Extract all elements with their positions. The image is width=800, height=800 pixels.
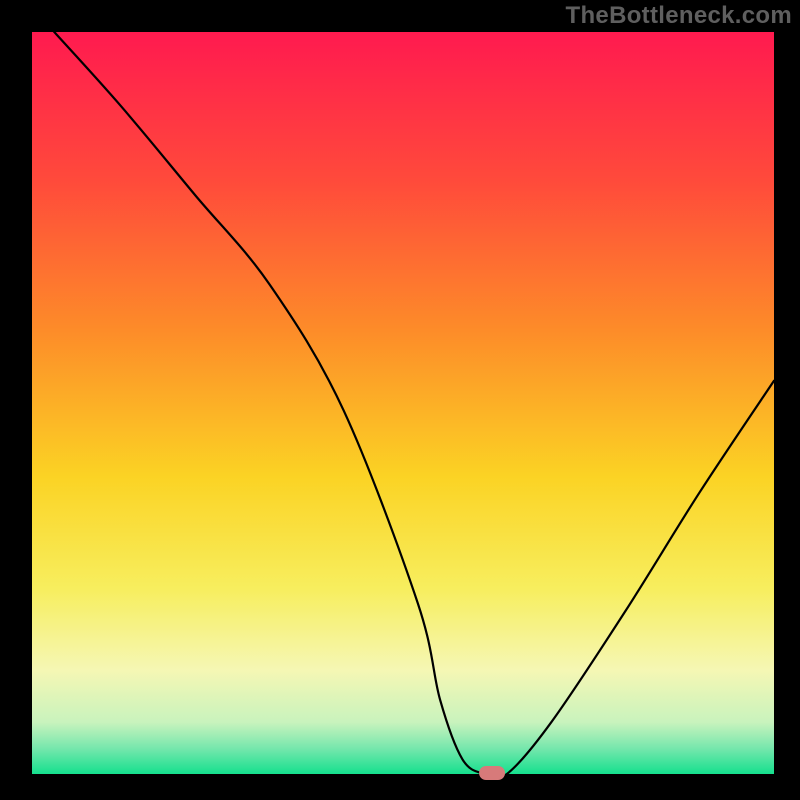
chart-frame: TheBottleneck.com <box>0 0 800 800</box>
optimum-marker <box>479 766 505 780</box>
chart-svg <box>0 0 800 800</box>
plot-area <box>32 32 774 774</box>
